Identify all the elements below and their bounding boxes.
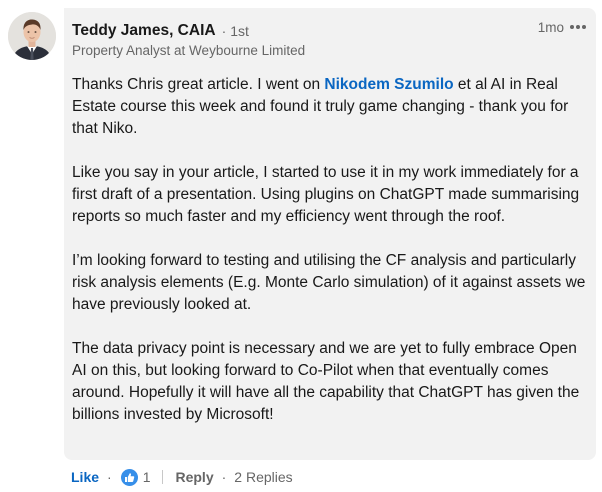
more-options-button[interactable] xyxy=(568,18,588,36)
comment-paragraph: The data privacy point is necessary and … xyxy=(72,340,580,423)
profile-photo xyxy=(8,12,56,60)
connection-degree: 1st xyxy=(230,23,249,39)
comment-paragraph: I’m looking forward to testing and utili… xyxy=(72,252,586,313)
thumbs-up-icon xyxy=(119,467,139,487)
reaction-count: 1 xyxy=(142,469,151,485)
comment-paragraph: Like you say in your article, I started … xyxy=(72,164,580,225)
author-headline: Property Analyst at Weybourne Limited xyxy=(72,43,306,58)
comment-paragraph: Thanks Chris great article. I went on Ni… xyxy=(72,74,592,140)
comment-bubble: Teddy James, CAIA · 1st Property Analyst… xyxy=(64,8,596,460)
separator-dot: · xyxy=(221,469,227,485)
replies-link[interactable]: 2 Replies xyxy=(234,469,292,485)
reactions-count-button[interactable]: 1 xyxy=(119,467,151,487)
separator-dot: · xyxy=(107,469,112,485)
author-row: Teddy James, CAIA · 1st xyxy=(72,20,249,42)
comment-body: Thanks Chris great article. I went on Ni… xyxy=(72,74,592,448)
paragraph-text: Thanks Chris great article. I went on xyxy=(72,76,325,93)
like-button[interactable]: Like xyxy=(71,469,99,485)
separator-dot: · xyxy=(221,23,227,39)
comment-time: 1mo xyxy=(537,20,564,35)
author-name[interactable]: Teddy James, CAIA xyxy=(72,22,216,40)
ellipsis-icon xyxy=(570,25,586,29)
avatar[interactable] xyxy=(8,12,56,60)
reply-button[interactable]: Reply xyxy=(175,469,213,485)
mention-link[interactable]: Nikodem Szumilo xyxy=(324,76,453,93)
comment-actions: Like · 1 Reply · 2 Replies xyxy=(71,466,293,488)
comment-thread: Teddy James, CAIA · 1st Property Analyst… xyxy=(0,0,602,492)
divider xyxy=(162,470,164,484)
